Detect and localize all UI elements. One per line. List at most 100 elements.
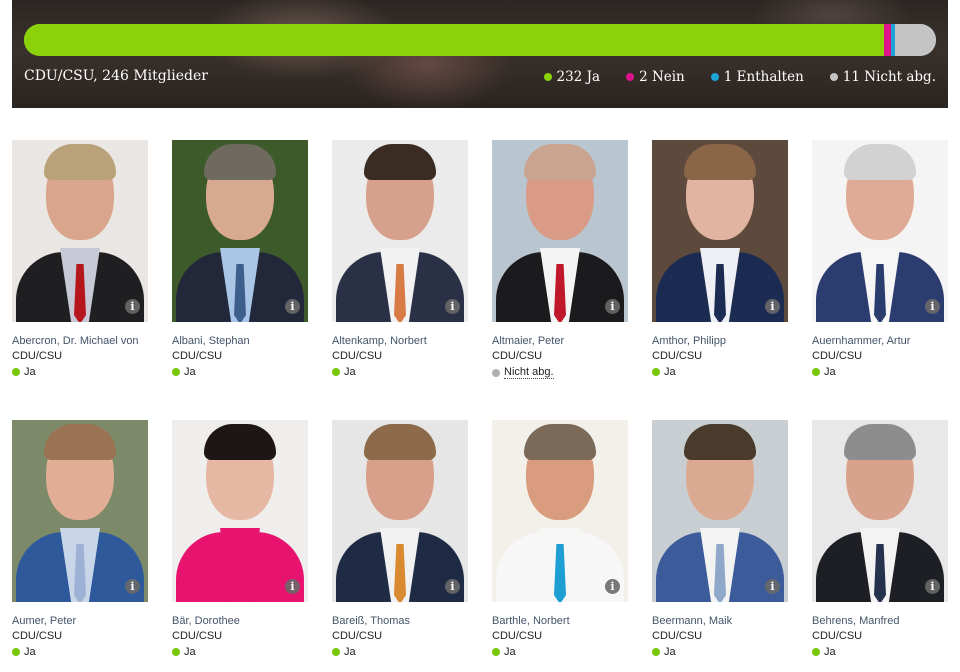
member-photo[interactable]: i [652,420,788,602]
member-name[interactable]: Abercron, Dr. Michael von [12,335,148,347]
member-name[interactable]: Altmaier, Peter [492,335,628,347]
member-card[interactable]: i Bareiß, Thomas CDU/CSU Ja [332,420,468,658]
vote-summary-banner: CDU/CSU, 246 Mitglieder 232 Ja 2 Nein 1 En… [12,0,948,108]
vote-status-label: Ja [24,646,36,658]
legend-dot-icon [829,73,838,81]
member-photo[interactable]: i [172,420,308,602]
member-card[interactable]: i Abercron, Dr. Michael von CDU/CSU Ja [12,140,148,378]
vote-status-label: Ja [184,366,196,378]
member-name[interactable]: Behrens, Manfred [812,615,948,627]
member-card[interactable]: i Bär, Dorothee CDU/CSU Ja [172,420,308,658]
member-card[interactable]: i Altenkamp, Norbert CDU/CSU Ja [332,140,468,378]
info-icon[interactable]: i [765,299,780,314]
info-icon[interactable]: i [125,579,140,594]
member-party: CDU/CSU [12,630,63,642]
member-name[interactable]: Altenkamp, Norbert [332,335,468,347]
member-vote: Ja [332,646,468,658]
legend-dot-icon [543,73,552,81]
member-card[interactable]: i Albani, Stephan CDU/CSU Ja [172,140,308,378]
member-photo[interactable]: i [492,420,628,602]
vote-status-dot-icon [812,368,820,376]
member-photo[interactable]: i [332,420,468,602]
member-photo[interactable]: i [332,140,468,322]
vote-status-dot-icon [172,368,180,376]
vote-status-dot-icon [332,368,340,376]
info-icon[interactable]: i [605,299,620,314]
legend-label: 1 Enthalten [723,69,804,85]
member-name[interactable]: Aumer, Peter [12,615,148,627]
member-name[interactable]: Auernhammer, Artur [812,335,948,347]
member-name[interactable]: Barthle, Norbert [492,615,628,627]
info-icon[interactable]: i [925,299,940,314]
member-name[interactable]: Bär, Dorothee [172,615,308,627]
member-vote: Ja [12,646,148,658]
member-vote: Ja [172,366,308,378]
member-photo[interactable]: i [172,140,308,322]
vote-status-label: Ja [664,366,676,378]
info-icon[interactable]: i [925,579,940,594]
member-name[interactable]: Amthor, Philipp [652,335,788,347]
legend-item: 11 Nicht abg. [829,69,936,85]
member-photo[interactable]: i [812,140,948,322]
member-vote: Ja [812,366,948,378]
member-photo[interactable]: i [12,420,148,602]
member-party: CDU/CSU [332,630,383,642]
member-vote: Nicht abg. [492,366,628,379]
member-card[interactable]: i Altmaier, Peter CDU/CSU Nicht abg. [492,140,628,379]
vote-status-dot-icon [492,648,500,656]
member-grid: i Abercron, Dr. Michael von CDU/CSU Ja i Alba… [12,140,948,658]
member-card[interactable]: i Beermann, Maik CDU/CSU Ja [652,420,788,658]
member-party: CDU/CSU [492,350,543,362]
member-vote: Ja [812,646,948,658]
legend-dot-icon [710,73,719,81]
info-icon[interactable]: i [445,299,460,314]
member-card[interactable]: i Behrens, Manfred CDU/CSU Ja [812,420,948,658]
info-icon[interactable]: i [445,579,460,594]
vote-status-dot-icon [12,368,20,376]
vote-status-dot-icon [652,648,660,656]
member-card[interactable]: i Auernhammer, Artur CDU/CSU Ja [812,140,948,378]
legend-item: 2 Nein [626,69,685,85]
info-icon[interactable]: i [285,579,300,594]
member-vote: Ja [12,366,148,378]
member-party: CDU/CSU [652,350,703,362]
vote-status-label: Ja [24,366,36,378]
member-photo[interactable]: i [812,420,948,602]
vote-status-dot-icon [492,368,500,377]
member-party: CDU/CSU [172,630,223,642]
vote-status-label: Ja [664,646,676,658]
legend-label: 232 Ja [556,69,601,85]
vote-bar-segment-nein [884,24,892,56]
member-photo[interactable]: i [492,140,628,322]
member-photo[interactable]: i [12,140,148,322]
member-card[interactable]: i Aumer, Peter CDU/CSU Ja [12,420,148,658]
info-icon[interactable]: i [605,579,620,594]
member-party: CDU/CSU [492,630,543,642]
member-vote: Ja [652,366,788,378]
vote-bar-segment-ja [24,24,885,56]
legend-label: 11 Nicht abg. [842,69,936,85]
member-card[interactable]: i Barthle, Norbert CDU/CSU Ja [492,420,628,658]
vote-status-label: Ja [184,646,196,658]
member-party: CDU/CSU [812,350,863,362]
vote-status-dot-icon [172,648,180,656]
vote-status-dot-icon [652,368,660,376]
vote-status-label: Ja [344,646,356,658]
member-name[interactable]: Beermann, Maik [652,615,788,627]
member-name[interactable]: Albani, Stephan [172,335,308,347]
member-name[interactable]: Bareiß, Thomas [332,615,468,627]
info-icon[interactable]: i [125,299,140,314]
member-photo[interactable]: i [652,140,788,322]
legend-item: 232 Ja [543,69,601,85]
member-vote: Ja [332,366,468,378]
member-card[interactable]: i Amthor, Philipp CDU/CSU Ja [652,140,788,378]
info-icon[interactable]: i [765,579,780,594]
vote-status-label: Ja [824,366,836,378]
info-icon[interactable]: i [285,299,300,314]
legend-label: 2 Nein [639,69,685,85]
vote-status-label: Ja [824,646,836,658]
legend-dot-icon [626,73,635,81]
vote-status-label[interactable]: Nicht abg. [504,366,554,379]
vote-status-label: Ja [504,646,516,658]
member-party: CDU/CSU [652,630,703,642]
